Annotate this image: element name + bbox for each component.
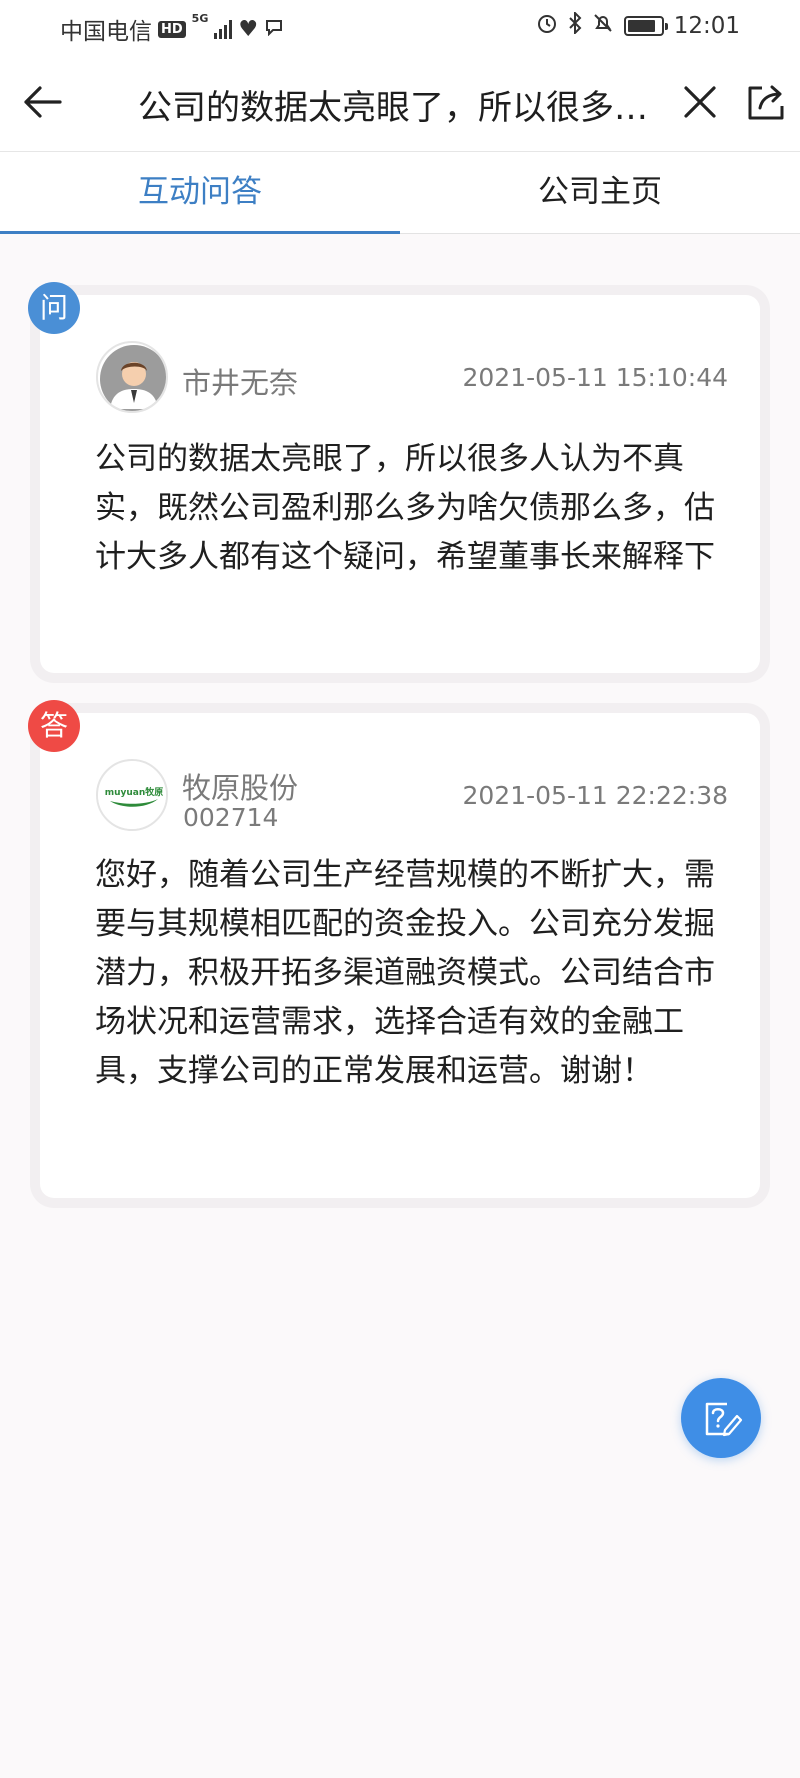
question-text: 公司的数据太亮眼了，所以很多人认为不真实，既然公司盈利那么多为啥欠债那么多，估计… xyxy=(95,441,715,575)
tab-qa[interactable]: 互动问答 xyxy=(0,152,400,234)
question-author: 市井无奈 xyxy=(182,366,299,400)
question-time: 2021-05-11 15:10:44 xyxy=(462,363,728,392)
company-logo[interactable]: muyuan牧原 xyxy=(96,759,168,831)
status-left: 中国电信 HD 5G ♥ xyxy=(60,12,284,46)
question-card: 市井无奈 2021-05-11 15:10:44 公司的数据太亮眼了，所以很多人… xyxy=(40,295,760,673)
stock-code: 002714 xyxy=(183,803,279,832)
close-icon[interactable] xyxy=(678,80,722,124)
back-arrow-icon[interactable] xyxy=(20,78,68,126)
answer-time: 2021-05-11 22:22:38 xyxy=(462,781,728,810)
tab-bar: 互动问答 公司主页 xyxy=(0,152,800,234)
answer-author: 牧原股份 xyxy=(182,771,299,805)
chat-icon xyxy=(264,16,284,42)
avatar[interactable] xyxy=(96,341,168,413)
ask-question-icon xyxy=(705,1402,743,1437)
health-icon: ♥ xyxy=(238,16,259,42)
question-tag: 问 xyxy=(28,282,80,334)
network-label: 5G xyxy=(191,12,209,25)
clock-time: 12:01 xyxy=(673,13,740,39)
tab-indicator xyxy=(0,231,400,234)
status-bar: 中国电信 HD 5G ♥ 12:01 xyxy=(0,0,800,52)
answer-text: 您好，随着公司生产经营规模的不断扩大，需要与其规模相匹配的资金投入。公司充分发掘… xyxy=(95,857,715,1089)
bluetooth-icon xyxy=(568,10,582,40)
hd-badge: HD xyxy=(158,20,186,38)
battery-icon xyxy=(623,16,668,36)
nav-bar: 公司的数据太亮眼了，所以很多人认为不真实，既然公司盈利那么多为啥欠债那么多，估计… xyxy=(0,52,800,152)
status-right: 12:01 xyxy=(536,10,740,40)
answer-card: muyuan牧原 牧原股份 002714 2021-05-11 22:22:38… xyxy=(40,713,760,1198)
carrier-label: 中国电信 xyxy=(60,19,152,45)
ask-question-button[interactable] xyxy=(681,1378,761,1458)
page-title: 公司的数据太亮眼了，所以很多人认为不真实，既然公司盈利那么多为啥欠债那么多，估计… xyxy=(138,88,668,128)
logo-text: muyuan牧原 xyxy=(105,786,164,798)
signal-icon xyxy=(214,19,233,39)
mute-icon xyxy=(592,12,614,40)
share-icon[interactable] xyxy=(742,78,790,126)
answer-tag: 答 xyxy=(28,700,80,752)
tab-company-home[interactable]: 公司主页 xyxy=(400,152,800,234)
alarm-icon xyxy=(536,12,558,40)
